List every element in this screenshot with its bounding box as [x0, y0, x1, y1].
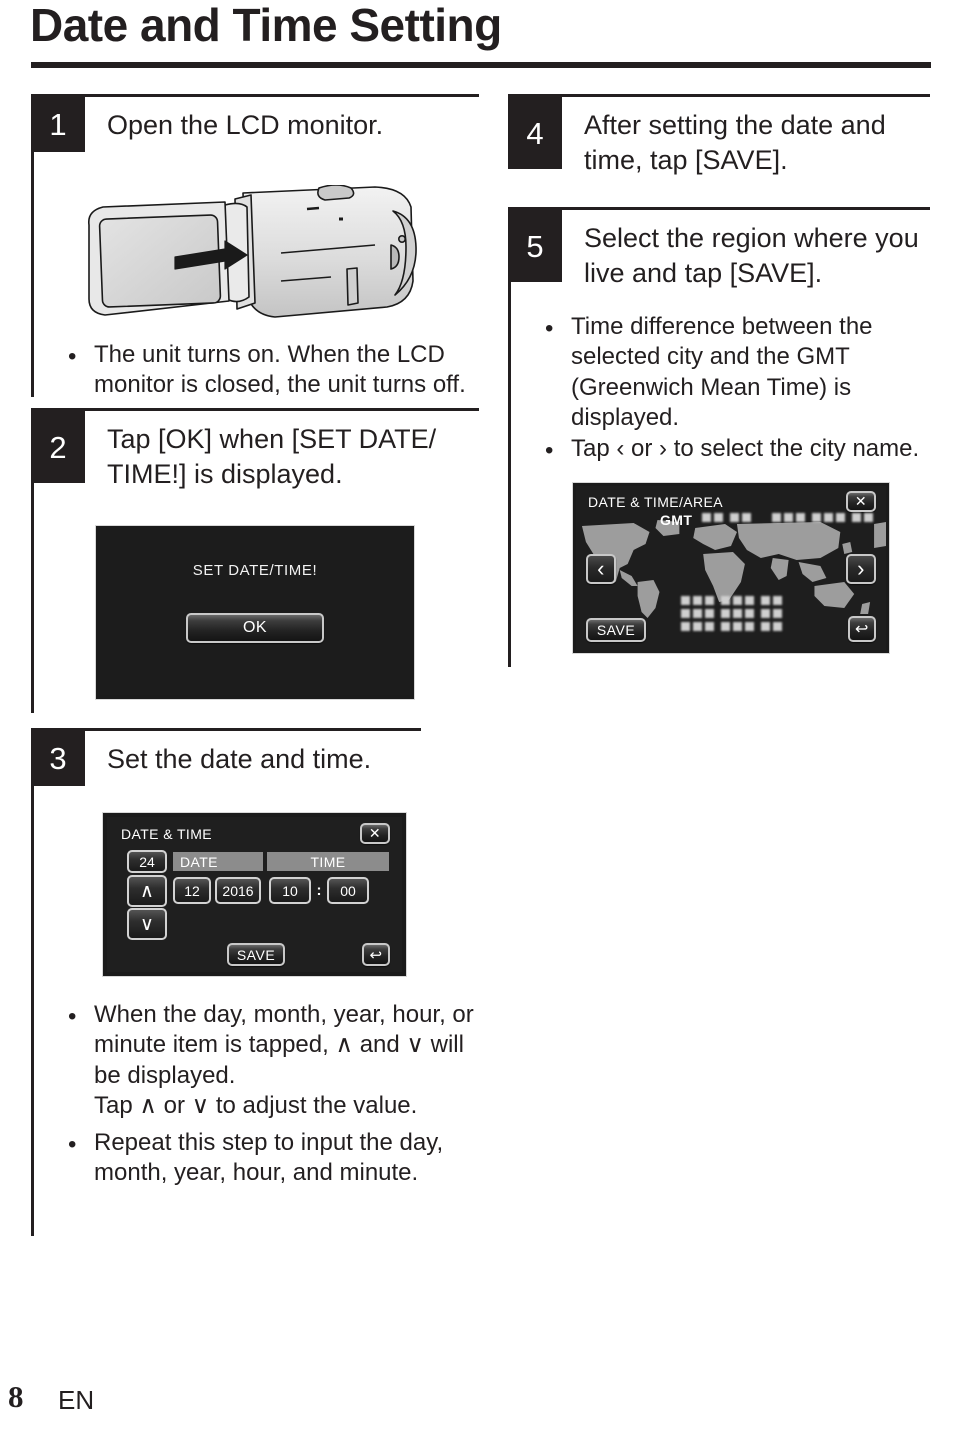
hour-field[interactable]: 10: [269, 877, 311, 904]
redacted-chunk: [812, 513, 845, 522]
step-5-note-1-text: Time difference between the selected cit…: [571, 313, 873, 432]
area-screen-surface: DATE & TIME/AREA ✕ GMT ‹ › SAVE ↩: [576, 486, 886, 650]
year-field[interactable]: 2016: [215, 877, 261, 904]
area-setting-screen: DATE & TIME/AREA ✕ GMT ‹ › SAVE ↩: [572, 482, 890, 654]
bullet-glyph: •: [68, 1131, 77, 1159]
gmt-label: GMT: [660, 512, 693, 528]
page-language: EN: [58, 1385, 95, 1415]
set-date-time-dialog-screen: SET DATE/TIME! OK: [95, 525, 415, 700]
step-4-number: 4: [508, 97, 562, 169]
step-4-topline: [508, 94, 930, 97]
step-1-note-1: • The unit turns on. When the LCD monito…: [68, 340, 468, 401]
page-title: Date and Time Setting: [30, 0, 502, 51]
step-1-rule: [31, 152, 34, 397]
redacted-chunk: [681, 596, 714, 605]
redacted-chunk: [702, 513, 723, 522]
date-time-close-button[interactable]: ✕: [360, 823, 390, 844]
step-1-topline: [31, 94, 479, 97]
redacted-chunk: [761, 609, 782, 618]
redacted-chunk: [721, 609, 754, 618]
city-list-redacted-block: [681, 596, 782, 631]
clock-mode-24h-button[interactable]: 24: [127, 850, 167, 873]
redacted-chunk: [761, 596, 782, 605]
minute-field[interactable]: 00: [327, 877, 369, 904]
step-2-text: Tap [OK] when [SET DATE/ TIME!] is displ…: [107, 424, 437, 490]
step-5-note-2-text: Tap ‹ or › to select the city name.: [571, 435, 920, 462]
time-separator: :: [316, 882, 322, 899]
area-back-button[interactable]: ↩: [848, 616, 876, 642]
date-time-screen-title: DATE & TIME: [121, 826, 213, 842]
title-divider: [31, 62, 931, 68]
step-5-note-1: • Time difference between the selected c…: [545, 312, 905, 434]
step-3-topline: [31, 728, 421, 731]
step-3-note-2: • Repeat this step to input the day, mon…: [68, 1128, 468, 1189]
step-5-number: 5: [508, 210, 562, 282]
value-up-arrow-button[interactable]: ∧: [127, 875, 167, 907]
step-4-text: After setting the date and time, tap [SA…: [584, 110, 886, 176]
previous-city-button[interactable]: ‹: [586, 554, 616, 584]
step-3-rule: [31, 786, 34, 1236]
date-column-header: DATE: [173, 852, 263, 871]
step-3-number: 3: [31, 731, 85, 786]
redacted-line: [681, 609, 782, 618]
page-number: 8: [8, 1379, 24, 1414]
step-5-text: Select the region where you live and tap…: [584, 223, 919, 289]
redacted-chunk: [681, 622, 714, 631]
step-5-rule: [508, 282, 511, 667]
area-screen-title: DATE & TIME/AREA: [588, 494, 724, 510]
date-time-save-button[interactable]: SAVE: [227, 943, 285, 966]
redacted-line: [681, 622, 782, 631]
gmt-offset-redacted-text: [702, 513, 751, 522]
step-3-note-1: • When the day, month, year, hour, or mi…: [68, 1000, 480, 1122]
bullet-glyph: •: [545, 315, 554, 343]
redacted-chunk: [721, 596, 754, 605]
manual-page: Date and Time Setting 1 Open the LCD mon…: [0, 0, 960, 1440]
step-2-number: 2: [31, 411, 85, 483]
dialog-message: SET DATE/TIME!: [192, 562, 318, 579]
step-3-note-1-text: When the day, month, year, hour, or minu…: [94, 1001, 474, 1089]
date-time-setting-screen: DATE & TIME ✕ 24 ∧ ∨ DATE TIME 12 2016 1…: [102, 812, 407, 977]
redacted-chunk: [761, 622, 782, 631]
step-1-number: 1: [31, 97, 85, 152]
redacted-chunk: [730, 513, 751, 522]
bullet-glyph: •: [68, 343, 77, 371]
area-save-button[interactable]: SAVE: [586, 618, 646, 642]
area-close-button[interactable]: ✕: [846, 491, 876, 512]
step-2-rule: [31, 483, 34, 713]
dialog-screen-surface: SET DATE/TIME! OK: [100, 530, 410, 695]
next-city-button[interactable]: ›: [846, 554, 876, 584]
step-5-topline: [508, 207, 930, 210]
step-1-note-1-text: The unit turns on. When the LCD monitor …: [94, 341, 466, 399]
value-down-arrow-button[interactable]: ∨: [127, 908, 167, 940]
step-3-note-sub-text: Tap ∧ or ∨ to adjust the value.: [94, 1092, 418, 1120]
redacted-line: [681, 596, 782, 605]
redacted-chunk: [772, 513, 805, 522]
date-time-back-button[interactable]: ↩: [362, 943, 390, 966]
time-column-header: TIME: [267, 852, 389, 871]
camcorder-illustration: [87, 185, 417, 318]
redacted-chunk: [681, 609, 714, 618]
bullet-glyph: •: [545, 437, 554, 465]
step-2-topline: [31, 408, 479, 411]
step-3-text: Set the date and time.: [107, 744, 372, 774]
step-1-text: Open the LCD monitor.: [107, 110, 384, 140]
day-field[interactable]: 12: [173, 877, 211, 904]
step-3-note-2-text: Repeat this step to input the day, month…: [94, 1129, 444, 1187]
dialog-ok-button[interactable]: OK: [186, 613, 324, 643]
city-name-redacted-text: [772, 513, 873, 522]
date-time-screen-surface: DATE & TIME ✕ 24 ∧ ∨ DATE TIME 12 2016 1…: [107, 817, 402, 972]
step-5-note-2: • Tap ‹ or › to select the city name.: [545, 434, 937, 464]
redacted-chunk: [852, 513, 873, 522]
bullet-glyph: •: [68, 1003, 77, 1031]
redacted-chunk: [721, 622, 754, 631]
